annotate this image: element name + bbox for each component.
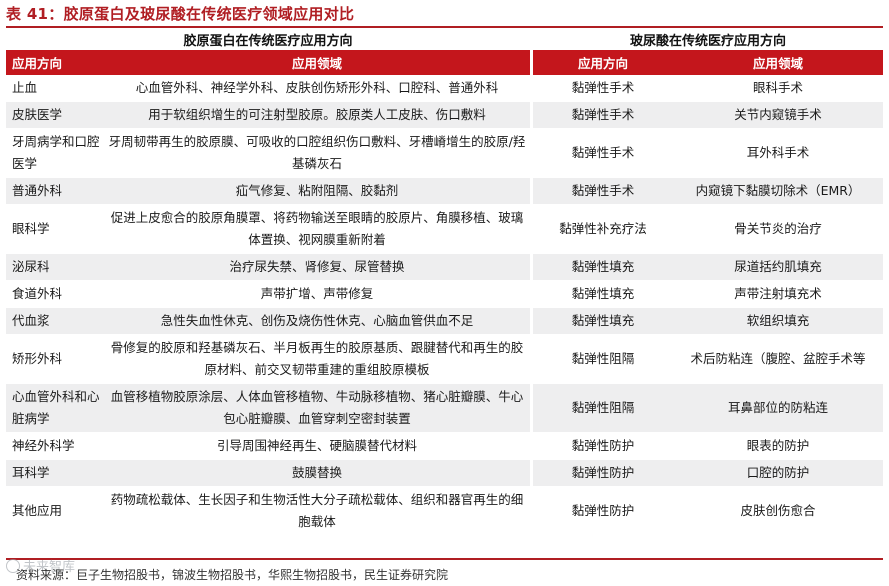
cell-ha-field: 耳外科手术 xyxy=(673,128,883,178)
header-collagen-direction: 应用方向 xyxy=(6,50,104,75)
cell-collagen-field: 促进上皮愈合的胶原角膜罩、将药物输送至眼睛的胶原片、角膜移植、玻璃体置换、视网膜… xyxy=(104,204,530,254)
cell-collagen-direction: 普通外科 xyxy=(6,177,104,205)
cell-ha-direction: 黏弹性防护 xyxy=(533,486,673,536)
cell-collagen-field: 心血管外科、神经学外科、皮肤创伤矫形外科、口腔科、普通外科 xyxy=(104,75,530,102)
cell-collagen-direction: 矫形外科 xyxy=(6,334,104,384)
cell-ha-field: 声带注射填充术 xyxy=(673,280,883,308)
cell-collagen-field: 牙周韧带再生的胶原膜、可吸收的口腔组织伤口敷料、牙槽嵴增生的胶原/羟基磷灰石 xyxy=(104,128,530,178)
cell-ha-direction: 黏弹性阻隔 xyxy=(533,383,673,433)
cell-ha-direction: 黏弹性阻隔 xyxy=(533,334,673,384)
cell-collagen-direction: 皮肤医学 xyxy=(6,101,104,129)
table-row: 耳科学 鼓膜替换 黏弹性防护 口腔的防护 xyxy=(6,459,883,487)
cell-ha-direction: 黏弹性手术 xyxy=(533,128,673,178)
table-row: 止血 心血管外科、神经学外科、皮肤创伤矫形外科、口腔科、普通外科 黏弹性手术 眼科手术 xyxy=(6,75,883,102)
table-row: 牙周病学和口腔医学 牙周韧带再生的胶原膜、可吸收的口腔组织伤口敷料、牙槽嵴增生的胶… xyxy=(6,128,883,178)
cell-collagen-direction: 其他应用 xyxy=(6,486,104,536)
cell-ha-field: 眼科手术 xyxy=(673,75,883,102)
bottom-rule xyxy=(6,558,883,560)
cell-ha-direction: 黏弹性手术 xyxy=(533,75,673,102)
comparison-table: 应用方向 应用领域 应用方向 应用领域 止血 心血管外科、神经学外科、皮肤创伤矫形… xyxy=(6,50,883,536)
cell-ha-field: 软组织填充 xyxy=(673,307,883,335)
cell-collagen-direction: 代血浆 xyxy=(6,307,104,335)
cell-collagen-field: 急性失血性休克、创伤及烧伤性休克、心脑血管供血不足 xyxy=(104,307,530,335)
cell-collagen-field: 骨修复的胶原和羟基磷灰石、半月板再生的胶原基质、跟腱替代和再生的胶原材料、前交叉… xyxy=(104,334,530,384)
table-body: 止血 心血管外科、神经学外科、皮肤创伤矫形外科、口腔科、普通外科 黏弹性手术 眼科手术… xyxy=(6,75,883,536)
cell-collagen-field: 鼓膜替换 xyxy=(104,459,530,487)
cell-ha-direction: 黏弹性填充 xyxy=(533,280,673,308)
table-row: 心血管外科和心脏病学 血管移植物胶原涂层、人体血管移植物、牛动脉移植物、猪心脏瓣膜… xyxy=(6,383,883,433)
title-rule xyxy=(6,26,883,28)
cell-ha-field: 耳鼻部位的防粘连 xyxy=(673,383,883,433)
cell-collagen-direction: 神经外科学 xyxy=(6,432,104,460)
table-row: 皮肤医学 用于软组织增生的可注射型胶原。胶原类人工皮肤、伤口敷料 黏弹性手术 关节内窥… xyxy=(6,101,883,129)
cell-ha-field: 关节内窥镜手术 xyxy=(673,101,883,129)
cell-collagen-field: 声带扩增、声带修复 xyxy=(104,280,530,308)
cell-ha-direction: 黏弹性手术 xyxy=(533,101,673,129)
cell-ha-direction: 黏弹性补充疗法 xyxy=(533,204,673,254)
cell-ha-direction: 黏弹性填充 xyxy=(533,253,673,281)
cell-collagen-field: 血管移植物胶原涂层、人体血管移植物、牛动脉移植物、猪心脏瓣膜、牛心包心脏瓣膜、血… xyxy=(104,383,530,433)
cell-ha-field: 尿道括约肌填充 xyxy=(673,253,883,281)
cell-collagen-field: 治疗尿失禁、肾修复、尿管替换 xyxy=(104,253,530,281)
table-row: 泌尿科 治疗尿失禁、肾修复、尿管替换 黏弹性填充 尿道括约肌填充 xyxy=(6,253,883,281)
header-ha-field: 应用领域 xyxy=(673,50,883,75)
table-header-row: 应用方向 应用领域 应用方向 应用领域 xyxy=(6,50,883,75)
table-row: 神经外科学 引导周围神经再生、硬脑膜替代材料 黏弹性防护 眼表的防护 xyxy=(6,432,883,460)
cell-ha-field: 骨关节炎的治疗 xyxy=(673,204,883,254)
cell-collagen-field: 疝气修复、粘附阻隔、胶黏剂 xyxy=(104,177,530,205)
group-header-collagen: 胶原蛋白在传统医疗应用方向 xyxy=(183,34,353,49)
cell-collagen-field: 药物疏松载体、生长因子和生物活性大分子疏松载体、组织和器官再生的细胞载体 xyxy=(104,486,530,536)
cell-collagen-field: 用于软组织增生的可注射型胶原。胶原类人工皮肤、伤口敷料 xyxy=(104,101,530,129)
cell-ha-direction: 黏弹性防护 xyxy=(533,459,673,487)
group-header-hyaluronic: 玻尿酸在传统医疗应用方向 xyxy=(629,34,786,49)
cell-collagen-direction: 耳科学 xyxy=(6,459,104,487)
cell-ha-direction: 黏弹性防护 xyxy=(533,432,673,460)
cell-ha-field: 内窥镜下黏膜切除术（EMR） xyxy=(673,177,883,205)
cell-collagen-direction: 泌尿科 xyxy=(6,253,104,281)
cell-ha-field: 术后防粘连（腹腔、盆腔手术等 xyxy=(673,334,883,384)
cell-collagen-direction: 眼科学 xyxy=(6,204,104,254)
table-title: 表 41：胶原蛋白及玻尿酸在传统医疗领域应用对比 xyxy=(6,5,355,23)
source-note: 资料来源：巨子生物招股书，锦波生物招股书，华熙生物招股书，民生证券研究院 xyxy=(16,568,449,582)
header-collagen-field: 应用领域 xyxy=(104,50,530,75)
cell-collagen-direction: 牙周病学和口腔医学 xyxy=(6,128,104,178)
table-row: 矫形外科 骨修复的胶原和羟基磷灰石、半月板再生的胶原基质、跟腱替代和再生的胶原材料… xyxy=(6,334,883,384)
cell-ha-field: 口腔的防护 xyxy=(673,459,883,487)
cell-collagen-field: 引导周围神经再生、硬脑膜替代材料 xyxy=(104,432,530,460)
cell-ha-field: 眼表的防护 xyxy=(673,432,883,460)
table-row: 眼科学 促进上皮愈合的胶原角膜罩、将药物输送至眼睛的胶原片、角膜移植、玻璃体置换、… xyxy=(6,204,883,254)
cell-ha-field: 皮肤创伤愈合 xyxy=(673,486,883,536)
table-row: 代血浆 急性失血性休克、创伤及烧伤性休克、心脑血管供血不足 黏弹性填充 软组织填充 xyxy=(6,307,883,335)
table-row: 食道外科 声带扩增、声带修复 黏弹性填充 声带注射填充术 xyxy=(6,280,883,308)
table-row: 普通外科 疝气修复、粘附阻隔、胶黏剂 黏弹性手术 内窥镜下黏膜切除术（EMR） xyxy=(6,177,883,205)
cell-ha-direction: 黏弹性手术 xyxy=(533,177,673,205)
cell-collagen-direction: 食道外科 xyxy=(6,280,104,308)
cell-collagen-direction: 止血 xyxy=(6,75,104,102)
header-ha-direction: 应用方向 xyxy=(533,50,673,75)
table-row: 其他应用 药物疏松载体、生长因子和生物活性大分子疏松载体、组织和器官再生的细胞载体… xyxy=(6,486,883,536)
cell-ha-direction: 黏弹性填充 xyxy=(533,307,673,335)
cell-collagen-direction: 心血管外科和心脏病学 xyxy=(6,383,104,433)
